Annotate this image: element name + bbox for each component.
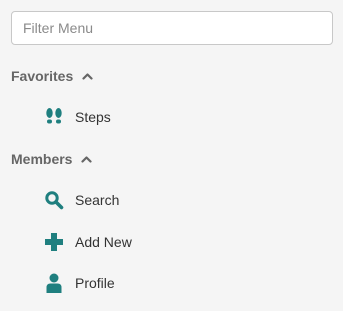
plus-icon: [44, 231, 64, 253]
menu-item-add-new[interactable]: Add New: [44, 229, 132, 255]
menu-item-profile[interactable]: Profile: [44, 270, 115, 296]
menu-item-steps[interactable]: Steps: [44, 104, 111, 130]
members-section-header[interactable]: Members: [11, 149, 93, 169]
menu-item-search[interactable]: Search: [44, 187, 119, 213]
favorites-section-header[interactable]: Favorites: [11, 66, 93, 86]
chevron-up-icon: [82, 72, 93, 80]
user-icon: [44, 272, 64, 294]
chevron-up-icon: [81, 155, 93, 163]
footsteps-icon: [44, 106, 64, 128]
menu-item-label: Add New: [75, 234, 132, 250]
favorites-section-title: Favorites: [11, 68, 74, 84]
filter-menu-input[interactable]: [11, 11, 333, 45]
menu-item-label: Search: [75, 192, 120, 208]
members-section-title: Members: [11, 151, 73, 167]
search-icon: [44, 189, 64, 211]
menu-panel: Favorites Steps Members: [0, 0, 343, 311]
menu-item-label: Steps: [75, 109, 111, 125]
menu-item-label: Profile: [75, 275, 115, 291]
